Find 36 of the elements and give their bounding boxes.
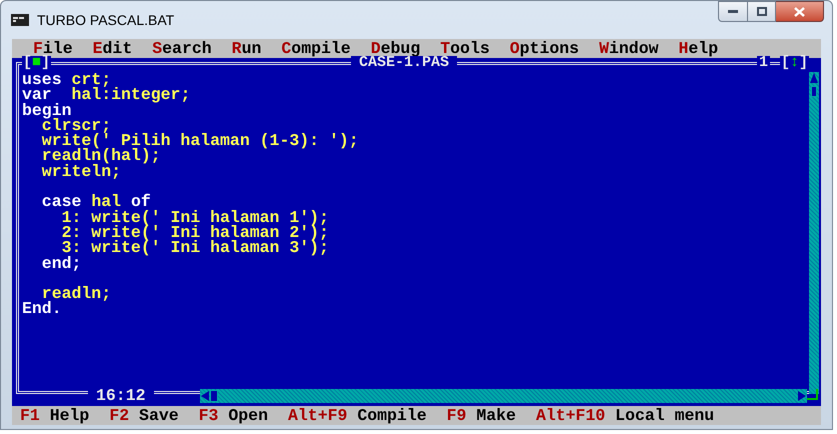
close-button[interactable] [776,1,824,22]
menu-item[interactable]: Window [599,39,658,58]
scroll-up-icon[interactable] [809,72,819,84]
scroll-left-icon[interactable] [200,390,210,402]
zoom-box[interactable]: [↕] [780,56,809,70]
console-icon [11,14,29,26]
code-line: case hal of [40,192,151,212]
menu-item[interactable]: Edit [92,39,132,58]
scroll-right-icon[interactable] [797,390,807,402]
status-shortcut[interactable]: F9 Make [446,406,516,425]
status-shortcut[interactable]: F1 Help [20,406,90,425]
code-line: End. [22,299,62,318]
menu-item[interactable]: Compile [281,39,351,58]
scroll-thumb[interactable] [210,390,218,402]
window-title: TURBO PASCAL.BAT [37,10,174,30]
minimize-button[interactable] [718,1,748,22]
status-shortcut[interactable]: Alt+F9 Compile [288,406,427,425]
menu-item[interactable]: Run [232,39,262,58]
status-shortcut[interactable]: F3 Open [198,406,268,425]
minimize-icon [728,10,738,13]
scroll-thumb[interactable] [811,86,817,97]
close-icon [794,6,805,16]
vertical-scrollbar[interactable] [809,72,819,394]
status-shortcut[interactable]: Alt+F10 Local menu [536,406,714,425]
code-line: end; [40,254,82,273]
cursor-position: 16:12 [88,389,154,403]
resize-corner-icon[interactable] [807,389,819,403]
status-shortcut[interactable]: F2 Save [109,406,179,425]
menu-item[interactable]: Search [152,39,212,58]
maximize-icon [756,7,766,16]
menu-item[interactable]: Options [510,39,580,58]
maximize-button[interactable] [748,1,776,22]
horizontal-scrollbar[interactable] [200,389,807,403]
close-box[interactable]: [■] [22,56,52,70]
code-line: begin [22,100,72,120]
menu-item[interactable]: Help [678,39,718,58]
